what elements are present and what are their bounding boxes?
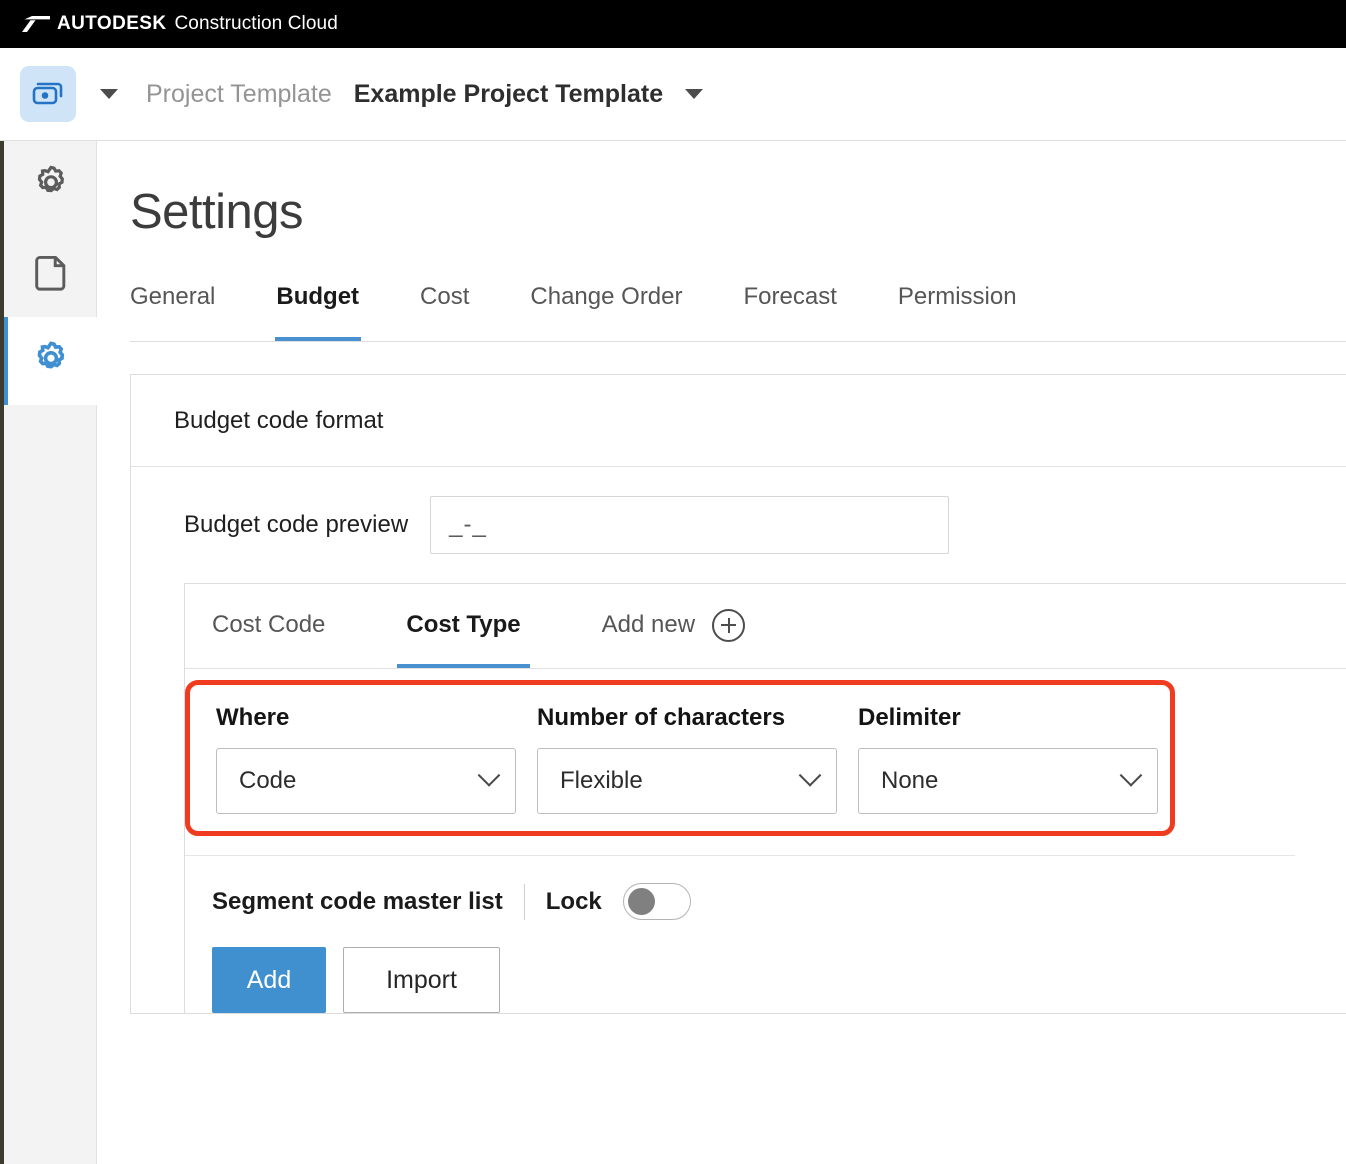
tab-general[interactable]: General bbox=[130, 281, 215, 341]
sidebar-item-settings-gear[interactable] bbox=[4, 141, 97, 229]
segment-panel: Cost Code Cost Type Add new Where Code N… bbox=[184, 583, 1346, 1013]
segment-tab-bar: Cost Code Cost Type Add new bbox=[185, 584, 1346, 669]
card-header: Budget code format bbox=[131, 375, 1346, 467]
app-root: AUTODESK Construction Cloud Project Temp… bbox=[0, 0, 1346, 1164]
brand-name: AUTODESK bbox=[57, 13, 167, 34]
main-content: Settings General Budget Cost Change Orde… bbox=[98, 141, 1346, 1164]
autodesk-logo-icon bbox=[22, 16, 50, 32]
segment-tab-cost-code-label: Cost Code bbox=[212, 611, 326, 638]
segment-field-row: Where Code Number of characters Flexible bbox=[216, 704, 1170, 814]
add-new-segment-button[interactable]: Add new bbox=[601, 584, 746, 668]
tab-cost-label: Cost bbox=[420, 283, 470, 310]
highlighted-segment-settings: Where Code Number of characters Flexible bbox=[185, 680, 1175, 836]
chevron-down-icon bbox=[1119, 764, 1143, 787]
plus-circle-icon bbox=[712, 608, 746, 642]
project-chevron-down-icon[interactable] bbox=[685, 89, 704, 99]
tab-budget[interactable]: Budget bbox=[275, 281, 361, 341]
number-of-characters-select[interactable]: Flexible bbox=[537, 748, 837, 814]
add-button[interactable]: Add bbox=[212, 947, 326, 1013]
budget-code-preview-label: Budget code preview bbox=[184, 511, 409, 538]
breadcrumb-parent[interactable]: Project Template bbox=[146, 80, 332, 109]
delimiter-select-value: None bbox=[881, 767, 939, 794]
master-list-action-buttons: Add Import bbox=[185, 947, 1346, 1013]
budget-code-preview-row: Budget code preview _-_ bbox=[131, 467, 1346, 583]
tab-change-order[interactable]: Change Order bbox=[530, 281, 682, 341]
project-breadcrumb-bar: Project Template Example Project Templat… bbox=[0, 48, 1346, 141]
tab-change-order-label: Change Order bbox=[530, 283, 683, 310]
where-select-value: Code bbox=[239, 767, 297, 794]
segment-code-master-list-row: Segment code master list Lock bbox=[185, 883, 1346, 920]
chevron-down-icon bbox=[798, 764, 822, 787]
product-name: Construction Cloud bbox=[174, 13, 338, 34]
number-of-characters-select-value: Flexible bbox=[560, 767, 643, 794]
tab-cost[interactable]: Cost bbox=[420, 281, 469, 341]
tab-permission[interactable]: Permission bbox=[898, 281, 1017, 341]
cost-management-app-icon[interactable] bbox=[20, 66, 76, 122]
segment-tab-cost-type-label: Cost Type bbox=[406, 611, 521, 638]
sidebar-item-documents[interactable] bbox=[4, 229, 97, 317]
tab-forecast-label: Forecast bbox=[743, 283, 837, 310]
segment-tab-cost-type[interactable]: Cost Type bbox=[397, 584, 530, 668]
lock-label: Lock bbox=[545, 887, 602, 915]
delimiter-field: Delimiter None bbox=[858, 704, 1158, 814]
tab-budget-label: Budget bbox=[276, 283, 360, 310]
budget-code-format-card: Budget code format Budget code preview _… bbox=[130, 374, 1346, 1014]
budget-code-preview-value: _-_ bbox=[430, 496, 950, 554]
lock-toggle-knob bbox=[627, 888, 655, 915]
breadcrumb-current[interactable]: Example Project Template bbox=[354, 80, 663, 109]
lock-toggle[interactable] bbox=[622, 883, 691, 920]
settings-tab-bar: General Budget Cost Change Order Forecas… bbox=[130, 281, 1346, 342]
where-field: Where Code bbox=[216, 704, 516, 814]
card-body: Budget code preview _-_ Cost Code Cost T… bbox=[131, 467, 1346, 1013]
tab-general-label: General bbox=[130, 283, 216, 310]
number-of-characters-label: Number of characters bbox=[537, 704, 786, 731]
global-top-bar: AUTODESK Construction Cloud bbox=[0, 0, 1346, 48]
card-title: Budget code format bbox=[174, 406, 384, 434]
delimiter-label: Delimiter bbox=[858, 704, 961, 731]
delimiter-select[interactable]: None bbox=[858, 748, 1158, 814]
chevron-down-icon bbox=[477, 764, 501, 787]
tab-forecast[interactable]: Forecast bbox=[744, 281, 837, 341]
gear-icon bbox=[37, 341, 64, 369]
gear-icon bbox=[37, 165, 64, 193]
where-select[interactable]: Code bbox=[216, 748, 516, 814]
sidebar-item-project-settings[interactable] bbox=[4, 317, 97, 405]
vertical-divider bbox=[523, 883, 525, 920]
cost-management-glyph bbox=[32, 82, 63, 105]
tab-permission-label: Permission bbox=[897, 283, 1017, 310]
app-switcher-chevron-down-icon[interactable] bbox=[100, 89, 118, 99]
segment-code-master-list-title: Segment code master list bbox=[212, 887, 503, 915]
document-icon bbox=[34, 255, 65, 291]
left-icon-rail bbox=[4, 141, 97, 1164]
divider bbox=[185, 855, 1295, 856]
segment-tab-cost-code[interactable]: Cost Code bbox=[212, 584, 325, 668]
add-new-segment-label: Add new bbox=[601, 611, 696, 638]
page-title: Settings bbox=[130, 185, 304, 239]
where-label: Where bbox=[216, 704, 290, 731]
number-of-characters-field: Number of characters Flexible bbox=[537, 704, 837, 814]
import-button[interactable]: Import bbox=[343, 947, 500, 1013]
